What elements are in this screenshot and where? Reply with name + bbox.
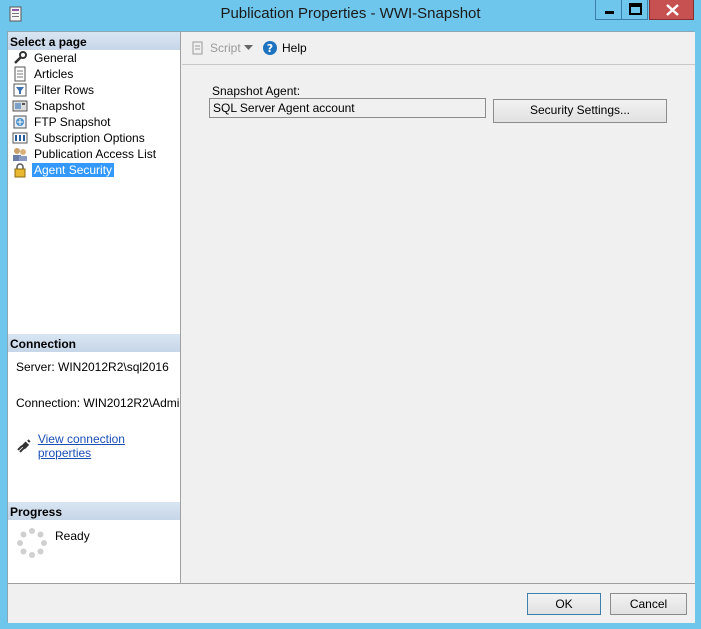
- title-bar[interactable]: Publication Properties - WWI-Snapshot: [0, 0, 701, 30]
- right-panel: Script ? Help Snapshot Agent: SQL Server…: [182, 32, 695, 583]
- script-dropdown-chevron-icon[interactable]: [244, 45, 253, 51]
- nav-item-articles[interactable]: Articles: [12, 66, 75, 82]
- snapshot-agent-label: Snapshot Agent:: [212, 84, 301, 98]
- nav-item-label: Agent Security: [32, 163, 115, 177]
- connection-text: Connection: WIN2012R2\Administrator: [16, 396, 180, 410]
- server-text: Server: WIN2012R2\sql2016: [16, 360, 169, 374]
- minimize-button[interactable]: [595, 0, 622, 20]
- nav-item-label: Snapshot: [34, 99, 85, 113]
- nav-item-agent-security[interactable]: Agent Security: [12, 162, 115, 178]
- ok-button[interactable]: OK: [527, 593, 601, 615]
- progress-header: Progress: [8, 502, 180, 520]
- document-icon: [14, 66, 26, 82]
- connection-header: Connection: [8, 334, 180, 352]
- connection-plug-icon: [17, 439, 31, 453]
- snapshot-agent-account-field: SQL Server Agent account: [209, 98, 486, 118]
- nav-item-ftp-snapshot[interactable]: FTP Snapshot: [12, 114, 113, 130]
- nav-item-subscription-options[interactable]: Subscription Options: [12, 130, 147, 146]
- toolbar: Script ? Help: [182, 32, 695, 65]
- security-settings-button[interactable]: Security Settings...: [493, 99, 667, 123]
- script-label: Script: [210, 41, 241, 55]
- nav-item-label: Articles: [34, 67, 74, 81]
- snapshot-icon: [12, 100, 28, 112]
- help-button[interactable]: ? Help: [262, 40, 307, 56]
- options-icon: [12, 132, 28, 144]
- nav-item-label: Publication Access List: [34, 147, 157, 161]
- cancel-button[interactable]: Cancel: [610, 593, 687, 615]
- maximize-icon: [629, 3, 642, 15]
- view-connection-properties-link[interactable]: View connection properties: [16, 432, 180, 460]
- dialog-footer: OK Cancel: [8, 583, 695, 623]
- lock-icon: [14, 163, 26, 178]
- select-page-header: Select a page: [8, 32, 180, 50]
- ftp-icon: [13, 115, 27, 129]
- filter-icon: [13, 83, 27, 97]
- close-icon: [666, 4, 679, 16]
- help-label: Help: [282, 41, 307, 55]
- progress-status: Ready: [55, 529, 90, 543]
- nav-item-general[interactable]: General: [12, 50, 79, 66]
- help-icon: ?: [263, 41, 277, 55]
- nav-item-publication-access-list[interactable]: Publication Access List: [12, 146, 158, 162]
- nav-item-snapshot[interactable]: Snapshot: [12, 98, 87, 114]
- script-button[interactable]: Script: [190, 40, 241, 56]
- view-connection-properties-label: View connection properties: [37, 432, 125, 460]
- nav-item-label: Filter Rows: [34, 83, 95, 97]
- svg-text:?: ?: [267, 42, 273, 55]
- minimize-icon: [605, 11, 614, 14]
- dialog-client-area: Select a page General Articles Filter Ro…: [7, 31, 695, 623]
- nav-item-label: General: [34, 51, 77, 65]
- users-icon: [13, 148, 27, 161]
- nav-item-label: Subscription Options: [34, 131, 145, 145]
- nav-item-label: FTP Snapshot: [34, 115, 111, 129]
- maximize-button[interactable]: [621, 0, 648, 20]
- nav-item-filter-rows[interactable]: Filter Rows: [12, 82, 96, 98]
- script-icon: [192, 41, 203, 55]
- wrench-icon: [14, 51, 27, 64]
- progress-spinner-icon: [17, 528, 47, 558]
- publication-properties-window: Publication Properties - WWI-Snapshot Se…: [0, 0, 701, 629]
- close-button[interactable]: [649, 0, 694, 20]
- left-panel: Select a page General Articles Filter Ro…: [8, 32, 181, 583]
